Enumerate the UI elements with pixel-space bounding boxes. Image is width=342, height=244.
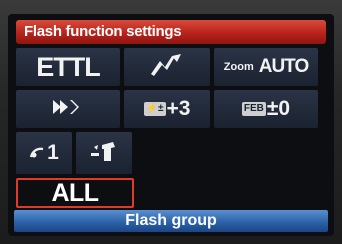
flash-mode-cell[interactable]: ETTL (16, 48, 120, 86)
high-speed-sync-icon (51, 97, 85, 122)
flash-settings-screen: Flash function settings ETTL Zoom AUTO ⚡… (8, 14, 334, 236)
feb-value: ±0 (266, 97, 291, 120)
page-title: Flash function settings (24, 23, 182, 40)
setting-name-bar: Flash group (14, 210, 328, 232)
feb-cell[interactable]: FEB ±0 (214, 90, 318, 128)
camera-lcd-frame: Flash function settings ETTL Zoom AUTO ⚡… (0, 0, 342, 244)
flash-mode-value: ETTL (36, 51, 100, 82)
selected-option-value: ALL (51, 178, 99, 207)
feb-bracketing-icon: FEB (241, 102, 266, 116)
wireless-flash-cell[interactable] (124, 48, 210, 86)
sync-mode-cell[interactable] (16, 90, 120, 128)
lightning-bolt-icon (148, 52, 186, 83)
flash-firing-group-icon (89, 139, 119, 168)
selected-option[interactable]: ALL (16, 178, 134, 208)
flash-comp-value: +3 (166, 97, 191, 120)
channel-cell[interactable]: 1 (16, 132, 72, 174)
wireless-channel-icon (29, 141, 45, 165)
flash-comp-cell[interactable]: ⚡± +3 (124, 90, 210, 128)
flash-zoom-cell[interactable]: Zoom AUTO (214, 48, 318, 86)
title-bar: Flash function settings (16, 20, 326, 44)
setting-name-label: Flash group (125, 212, 217, 229)
firing-group-cell[interactable] (76, 132, 132, 174)
flash-exposure-compensation-icon: ⚡± (143, 102, 166, 116)
channel-value: 1 (47, 141, 59, 164)
zoom-value: AUTO (258, 56, 309, 77)
zoom-label: Zoom (223, 61, 254, 73)
